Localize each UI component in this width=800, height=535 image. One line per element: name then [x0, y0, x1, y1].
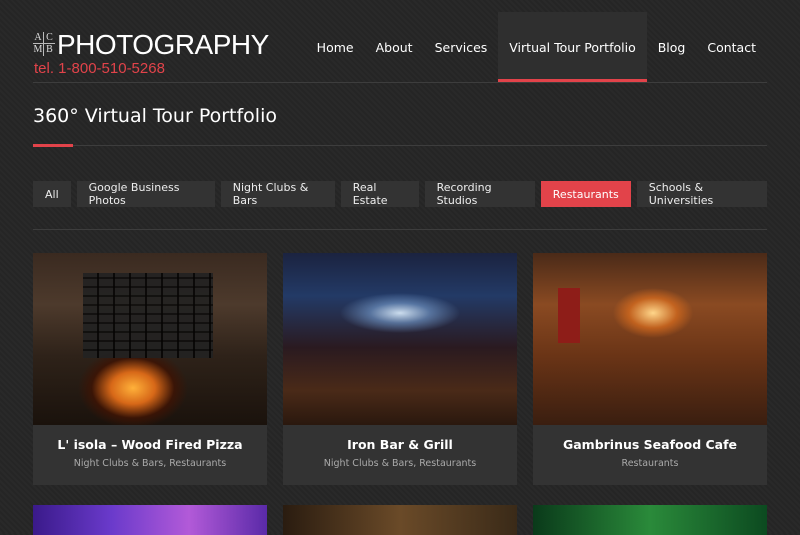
nav-services[interactable]: Services	[424, 12, 499, 82]
page-title: 360° Virtual Tour Portfolio	[33, 105, 277, 127]
card-body: Iron Bar & Grill Night Clubs & Bars, Res…	[283, 425, 517, 485]
portfolio-card[interactable]: Iron Bar & Grill Night Clubs & Bars, Res…	[283, 253, 517, 485]
nav-contact[interactable]: Contact	[696, 12, 767, 82]
page-container: A C M B PHOTOGRAPHY tel. 1-800-510-5268 …	[33, 0, 767, 535]
logo-mark-letter: M	[33, 44, 44, 56]
title-underline	[33, 144, 73, 147]
venue-photo[interactable]	[33, 505, 267, 535]
venue-photo[interactable]	[533, 505, 767, 535]
filter-all[interactable]: All	[33, 181, 71, 207]
portfolio-grid: L' isola – Wood Fired Pizza Night Clubs …	[33, 253, 767, 535]
filter-restaurants[interactable]: Restaurants	[540, 181, 631, 207]
main-nav: Home About Services Virtual Tour Portfol…	[306, 12, 767, 82]
card-categories: Night Clubs & Bars, Restaurants	[323, 458, 477, 469]
card-categories: Night Clubs & Bars, Restaurants	[73, 458, 227, 469]
card-title[interactable]: Iron Bar & Grill	[283, 425, 517, 452]
brick-oven-detail	[83, 273, 213, 358]
card-categories: Restaurants	[621, 458, 679, 469]
portfolio-card[interactable]	[283, 505, 517, 535]
site-header: A C M B PHOTOGRAPHY tel. 1-800-510-5268 …	[33, 0, 767, 83]
portfolio-card[interactable]: L' isola – Wood Fired Pizza Night Clubs …	[33, 253, 267, 485]
card-body: Gambrinus Seafood Cafe Restaurants	[533, 425, 767, 485]
venue-photo[interactable]	[283, 505, 517, 535]
curtain-detail	[558, 288, 580, 343]
nav-home[interactable]: Home	[306, 12, 365, 82]
card-title[interactable]: L' isola – Wood Fired Pizza	[33, 425, 267, 452]
nav-blog[interactable]: Blog	[647, 12, 697, 82]
logo-mark-letter: C	[44, 32, 55, 44]
filter-recording-studios[interactable]: Recording Studios	[424, 181, 535, 207]
pizza-oven-photo[interactable]	[33, 253, 267, 425]
logo-mark-letter: B	[46, 44, 53, 55]
filter-schools-universities[interactable]: Schools & Universities	[636, 181, 767, 207]
portfolio-card[interactable]	[533, 505, 767, 535]
title-block: 360° Virtual Tour Portfolio	[33, 83, 767, 147]
filter-divider	[33, 229, 767, 230]
card-body: L' isola – Wood Fired Pizza Night Clubs …	[33, 425, 267, 485]
portfolio-card[interactable]: Gambrinus Seafood Cafe Restaurants	[533, 253, 767, 485]
cafe-interior-photo[interactable]	[533, 253, 767, 425]
filter-night-clubs-bars[interactable]: Night Clubs & Bars	[220, 181, 335, 207]
logo-mark-letter: A	[33, 32, 44, 44]
logo-mark: A C M B	[33, 32, 55, 56]
site-logo[interactable]: A C M B PHOTOGRAPHY	[33, 30, 269, 60]
bar-interior-photo[interactable]	[283, 253, 517, 425]
nav-about[interactable]: About	[365, 12, 424, 82]
nav-virtual-tour-portfolio[interactable]: Virtual Tour Portfolio	[498, 12, 647, 82]
card-title[interactable]: Gambrinus Seafood Cafe	[533, 425, 767, 452]
filter-google-business-photos[interactable]: Google Business Photos	[76, 181, 215, 207]
logo-text: PHOTOGRAPHY	[57, 29, 269, 60]
filter-real-estate[interactable]: Real Estate	[340, 181, 419, 207]
portfolio-filters: All Google Business Photos Night Clubs &…	[33, 181, 767, 207]
portfolio-card[interactable]	[33, 505, 267, 535]
phone-number[interactable]: tel. 1-800-510-5268	[34, 60, 165, 77]
